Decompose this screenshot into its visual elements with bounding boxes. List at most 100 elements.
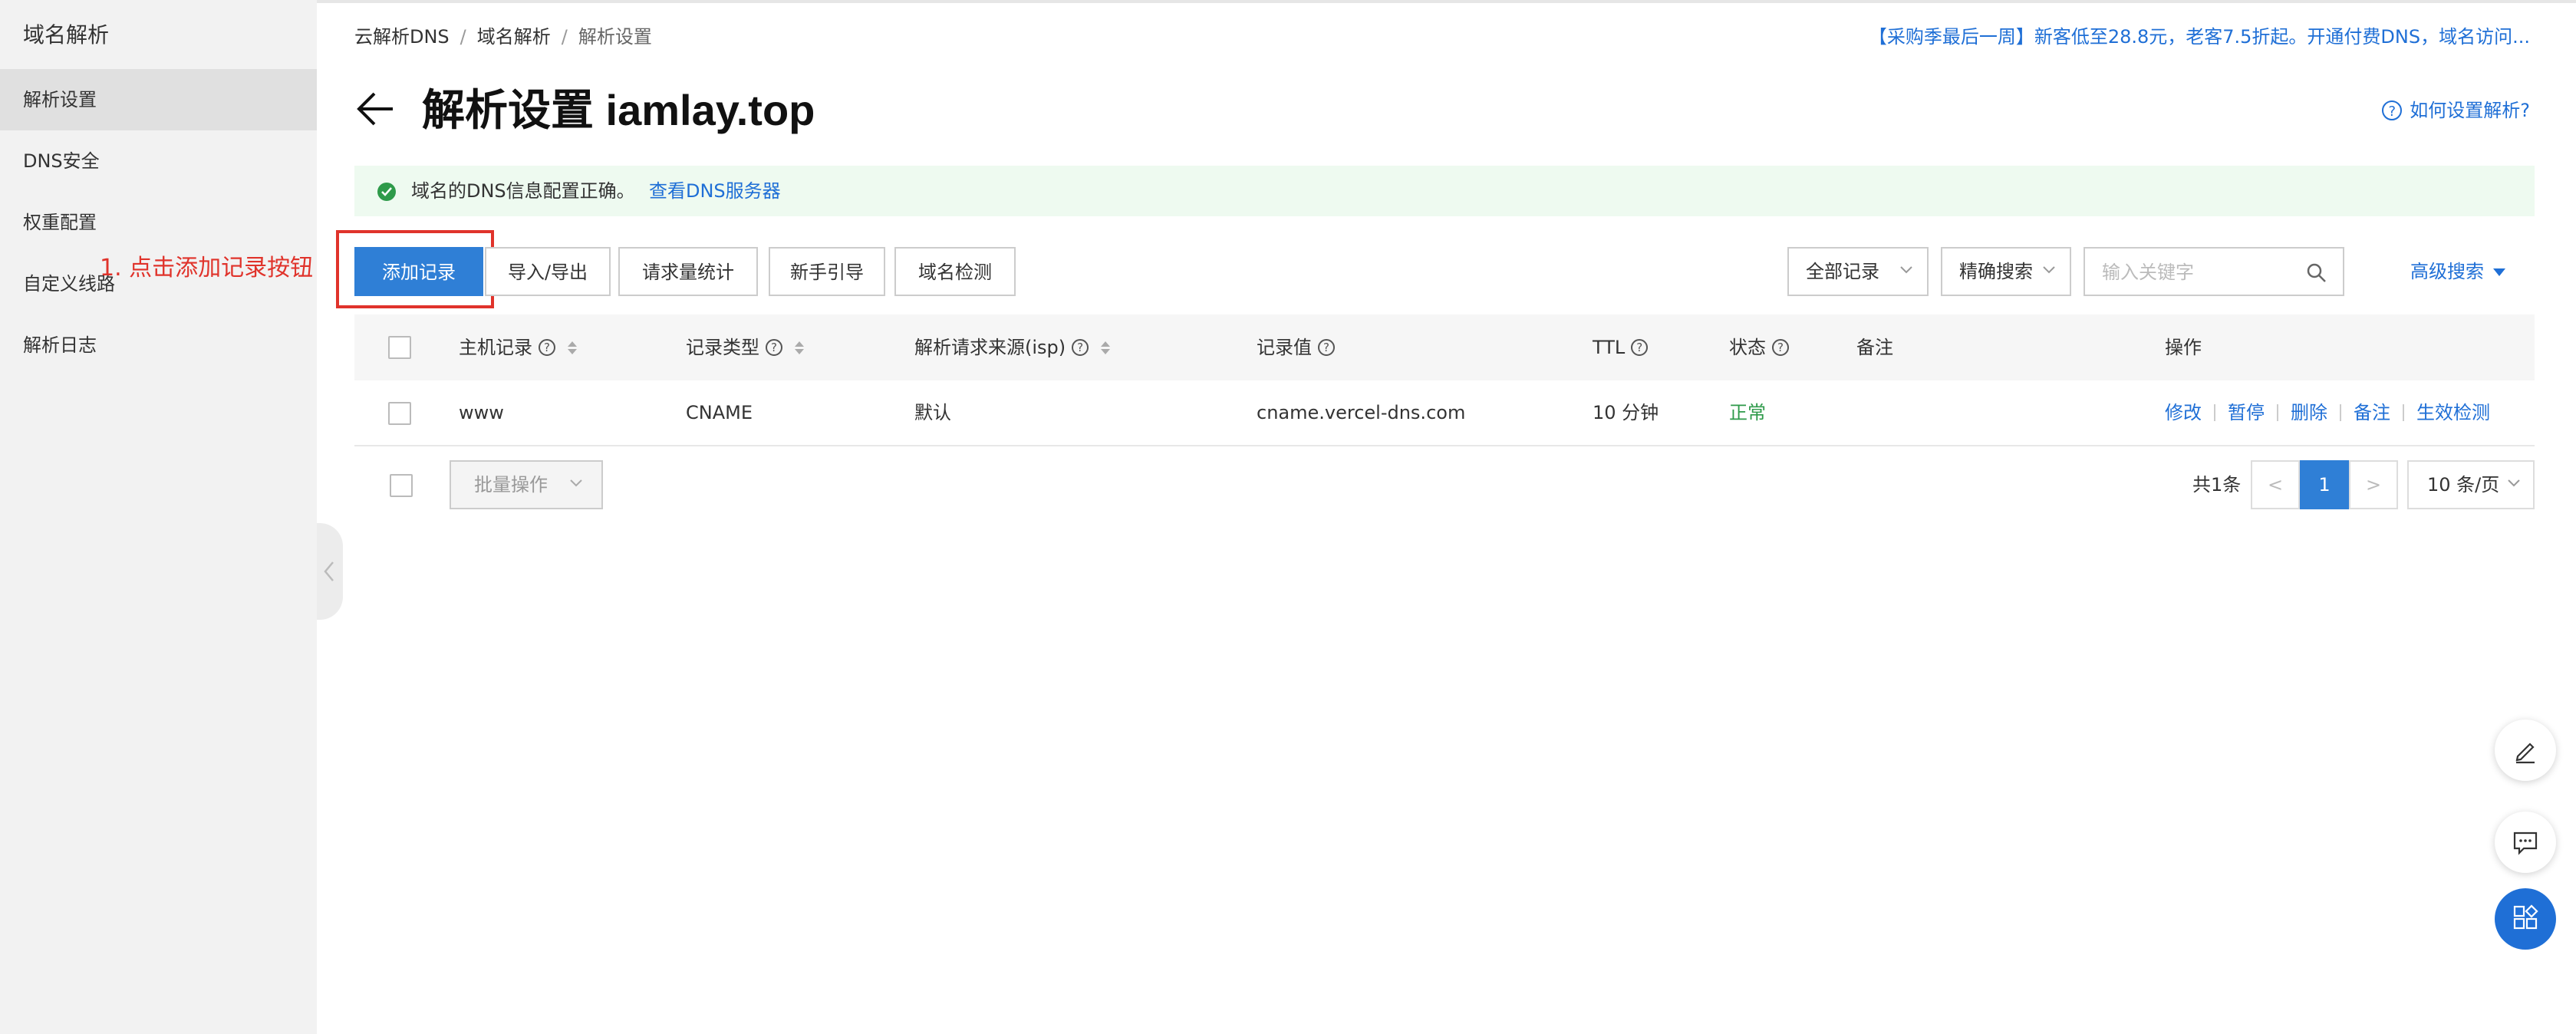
sort-icon[interactable]: [795, 341, 804, 354]
sidebar-item-weight-config[interactable]: 权重配置: [0, 192, 317, 253]
keyword-search-box: [2084, 247, 2344, 296]
question-circle-icon[interactable]: ?: [1631, 339, 1649, 356]
column-ttl: TTL ?: [1593, 314, 1649, 380]
request-stats-button[interactable]: 请求量统计: [618, 247, 758, 296]
chevron-down-icon: [570, 479, 582, 487]
help-link[interactable]: ? 如何设置解析?: [2382, 95, 2530, 126]
back-button[interactable]: [354, 87, 397, 133]
page-size-select[interactable]: 10 条/页: [2407, 460, 2535, 509]
column-value: 记录值 ?: [1257, 314, 1335, 380]
breadcrumb-item-current: 解析设置: [578, 26, 652, 48]
column-status: 状态 ?: [1729, 314, 1789, 380]
question-circle-icon[interactable]: ?: [1772, 339, 1789, 356]
sidebar-collapse-handle[interactable]: [317, 523, 343, 620]
breadcrumb-separator: /: [460, 26, 466, 48]
view-dns-servers-link[interactable]: 查看DNS服务器: [649, 166, 781, 216]
cell-isp: 默认: [914, 402, 951, 423]
remark-link[interactable]: 备注: [2354, 380, 2390, 445]
breadcrumb: 云解析DNS / 域名解析 / 解析设置: [354, 21, 652, 52]
sidebar: 域名解析 解析设置 DNS安全 权重配置 自定义线路 解析日志: [0, 0, 317, 1034]
column-remark-label: 备注: [1856, 337, 1893, 358]
check-circle-icon: [377, 183, 396, 201]
sidebar-item-dns-log[interactable]: 解析日志: [0, 314, 317, 376]
record-filter-select[interactable]: 全部记录: [1787, 247, 1929, 296]
chevron-down-icon: [2508, 479, 2520, 487]
breadcrumb-item-cloud-dns[interactable]: 云解析DNS: [354, 26, 450, 48]
sidebar-item-dns-settings[interactable]: 解析设置: [0, 69, 317, 130]
sidebar-title: 域名解析: [23, 22, 110, 48]
question-circle-icon[interactable]: ?: [1318, 339, 1335, 356]
page-1-button[interactable]: 1: [2300, 460, 2349, 509]
next-page-button[interactable]: >: [2349, 460, 2398, 509]
cell-status: 正常: [1729, 402, 1766, 423]
feedback-edit-button[interactable]: [2495, 720, 2556, 781]
import-export-button[interactable]: 导入/导出: [485, 247, 611, 296]
dns-status-notice: 域名的DNS信息配置正确。 查看DNS服务器: [354, 166, 2535, 216]
chevron-down-icon: [2043, 266, 2055, 274]
row-actions: 修改 暂停 删除 备注 生效检测: [2165, 380, 2490, 445]
batch-actions-label: 批量操作: [474, 474, 548, 496]
question-circle-icon[interactable]: ?: [1072, 339, 1089, 356]
apps-grid-icon: [2513, 904, 2538, 930]
sort-icon[interactable]: [1101, 341, 1111, 354]
column-value-label: 记录值: [1257, 337, 1312, 358]
column-isp-label: 解析请求来源(isp): [914, 337, 1066, 358]
breadcrumb-separator: /: [561, 26, 568, 48]
column-ttl-label: TTL: [1593, 337, 1626, 358]
cell-value: cname.vercel-dns.com: [1257, 402, 1466, 423]
prev-page-button[interactable]: <: [2251, 460, 2300, 509]
table-header: 主机记录 ? 记录类型 ? 解析请求来源(isp) ? 记录值 ? TTL ? …: [354, 314, 2535, 380]
row-checkbox[interactable]: [388, 402, 411, 425]
column-remark: 备注: [1856, 314, 1893, 380]
batch-actions-select[interactable]: 批量操作: [450, 460, 603, 509]
advanced-search-toggle[interactable]: 高级搜索: [2410, 247, 2505, 296]
advanced-search-label: 高级搜索: [2410, 261, 2484, 282]
select-all-checkbox[interactable]: [388, 336, 411, 359]
question-circle-icon[interactable]: ?: [766, 339, 782, 356]
chevron-down-icon: [1900, 266, 1912, 274]
question-circle-icon[interactable]: ?: [539, 339, 555, 356]
breadcrumb-item-domain-dns[interactable]: 域名解析: [477, 26, 551, 48]
page-title: 解析设置 iamlay.top: [422, 86, 815, 134]
chat-bubble-icon: [2513, 831, 2538, 855]
apps-menu-button[interactable]: [2495, 888, 2556, 950]
edit-pen-icon: [2515, 743, 2535, 764]
column-ops: 操作: [2165, 314, 2202, 380]
cell-ttl: 10 分钟: [1593, 402, 1659, 423]
arrow-left-icon: [357, 92, 393, 126]
tutorial-annotation: 1. 点击添加记录按钮: [100, 255, 314, 282]
cell-host: www: [459, 402, 504, 423]
divider: [2403, 404, 2404, 421]
keyword-search-input[interactable]: [2100, 258, 2303, 287]
divider: [2277, 404, 2278, 421]
cell-type: CNAME: [686, 402, 753, 423]
column-host-label: 主机记录: [459, 337, 532, 358]
promo-banner-link[interactable]: 【采购季最后一周】新客低至28.8元，老客7.5折起。开通付费DNS，域名访问.…: [1869, 21, 2530, 52]
search-icon[interactable]: [2306, 262, 2327, 284]
column-type[interactable]: 记录类型 ?: [686, 314, 804, 380]
sidebar-item-dns-security[interactable]: DNS安全: [0, 130, 317, 192]
column-type-label: 记录类型: [686, 337, 759, 358]
pause-link[interactable]: 暂停: [2228, 380, 2265, 445]
add-record-button[interactable]: 添加记录: [354, 247, 483, 296]
column-ops-label: 操作: [2165, 337, 2202, 358]
chat-support-button[interactable]: [2495, 812, 2556, 873]
domain-check-button[interactable]: 域名检测: [894, 247, 1016, 296]
help-link-label: 如何设置解析?: [2410, 100, 2530, 121]
table-footer: 批量操作 共1条 < 1 > 10 条/页: [354, 448, 2535, 522]
sort-icon[interactable]: [568, 341, 577, 354]
question-circle-icon: ?: [2382, 100, 2403, 120]
column-isp[interactable]: 解析请求来源(isp) ?: [914, 314, 1111, 380]
delete-link[interactable]: 删除: [2291, 380, 2327, 445]
edit-link[interactable]: 修改: [2165, 380, 2202, 445]
top-border: [0, 0, 2576, 3]
verify-link[interactable]: 生效检测: [2416, 380, 2490, 445]
search-mode-select[interactable]: 精确搜索: [1941, 247, 2071, 296]
column-host[interactable]: 主机记录 ?: [459, 314, 577, 380]
chevron-left-icon: [324, 561, 334, 581]
divider: [2214, 404, 2215, 421]
beginner-guide-button[interactable]: 新手引导: [769, 247, 885, 296]
footer-select-all-checkbox[interactable]: [390, 474, 413, 497]
column-status-label: 状态: [1729, 337, 1766, 358]
page-size-value: 10 条/页: [2427, 474, 2500, 496]
